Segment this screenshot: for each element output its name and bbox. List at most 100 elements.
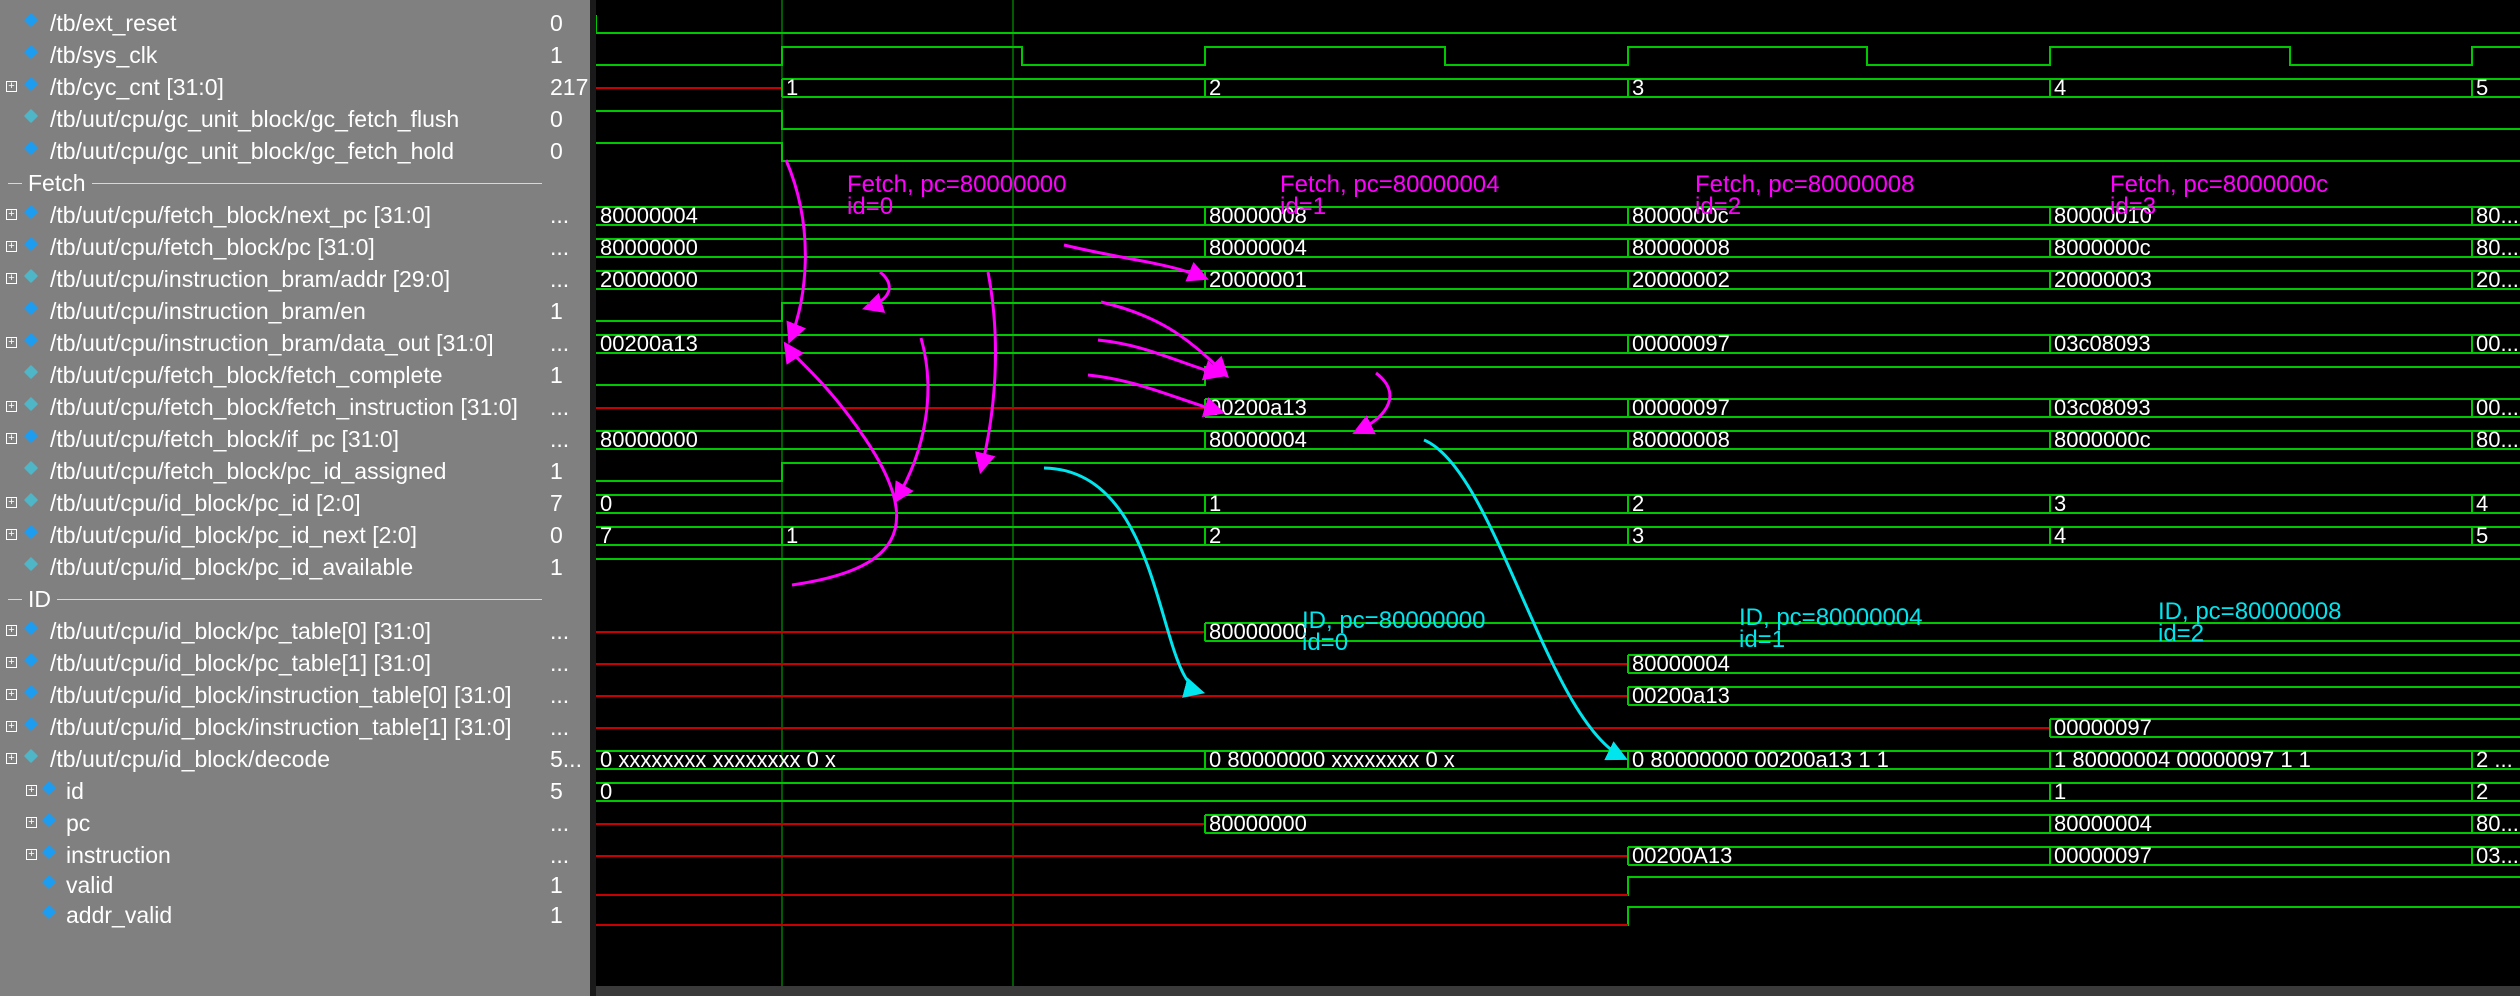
signal-row[interactable]: /tb/uut/cpu/id_block/pc_id_available [0,551,548,583]
signal-name[interactable]: /tb/uut/cpu/fetch_block/next_pc [31:0] [0,199,431,231]
signal-value: 0 [550,522,563,548]
annotation-arrow [974,271,997,475]
signal-row[interactable]: addr_valid [0,899,548,931]
value-row: 1 [548,869,590,901]
signal-name[interactable]: /tb/uut/cpu/fetch_block/fetch_instructio… [0,391,518,423]
signal-name[interactable]: /tb/sys_clk [0,39,157,71]
bus-value-label: 80000008 [1632,427,1730,452]
signal-name[interactable]: valid [0,869,113,901]
bit-waveform [596,906,2520,926]
group-header-fetch[interactable]: Fetch [0,167,548,199]
signal-row[interactable]: /tb/uut/cpu/gc_unit_block/gc_fetch_hold [0,135,548,167]
signal-row[interactable]: /tb/uut/cpu/fetch_block/fetch_complete [0,359,548,391]
signal-name[interactable]: /tb/uut/cpu/gc_unit_block/gc_fetch_hold [0,135,454,167]
signal-row[interactable]: +/tb/uut/cpu/instruction_bram/addr [29:0… [0,263,548,295]
signal-row[interactable]: /tb/uut/cpu/gc_unit_block/gc_fetch_flush [0,103,548,135]
signal-row[interactable]: /tb/uut/cpu/instruction_bram/en [0,295,548,327]
signal-row[interactable]: +/tb/uut/cpu/id_block/instruction_table[… [0,711,548,743]
signal-value: ... [550,650,570,676]
bus-value-label: 20000002 [1632,267,1730,292]
bus-value-label: 1 [2054,779,2066,804]
signal-name[interactable]: /tb/uut/cpu/id_block/pc_table[1] [31:0] [0,647,431,679]
signal-name[interactable]: addr_valid [0,899,172,931]
signal-row[interactable]: +/tb/uut/cpu/fetch_block/if_pc [31:0] [0,423,548,455]
signal-row[interactable]: +/tb/uut/cpu/id_block/pc_id [2:0] [0,487,548,519]
signal-row[interactable]: +/tb/uut/cpu/fetch_block/next_pc [31:0] [0,199,548,231]
value-row: 5... [548,743,590,775]
signal-name[interactable]: /tb/uut/cpu/instruction_bram/data_out [3… [0,327,494,359]
signal-name[interactable]: id [0,775,84,807]
signal-row[interactable]: + id [0,775,548,807]
signal-row[interactable]: +/tb/uut/cpu/fetch_block/fetch_instructi… [0,391,548,423]
signal-name[interactable]: /tb/uut/cpu/id_block/pc_id_next [2:0] [0,519,417,551]
bus-value-label: 2 [1209,523,1221,548]
signal-row[interactable]: +/tb/uut/cpu/instruction_bram/data_out [… [0,327,548,359]
signal-name[interactable]: /tb/uut/cpu/id_block/pc_id [2:0] [0,487,361,519]
signal-row[interactable]: + pc [0,807,548,839]
signal-row[interactable]: valid [0,869,548,901]
fetch-annotation-line2: id=2 [1695,193,1741,220]
bus-value-label: 4 [2054,523,2066,548]
signal-name[interactable]: /tb/uut/cpu/instruction_bram/addr [29:0] [0,263,450,295]
bus-value-label: 20000000 [600,267,698,292]
id-annotation-line2: id=0 [1302,629,1348,656]
signal-name[interactable]: /tb/cyc_cnt [31:0] [0,71,224,103]
signal-row[interactable]: + instruction [0,839,548,871]
bus-value-label: 20... [2476,267,2519,292]
signal-name[interactable]: instruction [0,839,171,871]
signal-row[interactable]: +/tb/uut/cpu/id_block/instruction_table[… [0,679,548,711]
signal-name[interactable]: /tb/uut/cpu/fetch_block/fetch_complete [0,359,443,391]
bus-value-label: 80000004 [1209,235,1307,260]
signal-row[interactable]: /tb/ext_reset [0,7,548,39]
signal-name[interactable]: /tb/uut/cpu/fetch_block/if_pc [31:0] [0,423,399,455]
bus-value-label: 1 [786,523,798,548]
signal-row[interactable]: +/tb/uut/cpu/id_block/decode [0,743,548,775]
signal-row[interactable]: /tb/uut/cpu/fetch_block/pc_id_assigned [0,455,548,487]
signal-name[interactable]: /tb/uut/cpu/instruction_bram/en [0,295,366,327]
bus-value-label: 1 80000004 00000097 1 1 [2054,747,2311,772]
signal-value: ... [550,618,570,644]
signal-row[interactable]: +/tb/uut/cpu/id_block/pc_id_next [2:0] [0,519,548,551]
value-row: ... [548,263,590,295]
signal-name[interactable]: /tb/uut/cpu/id_block/instruction_table[0… [0,679,512,711]
bit-waveform [596,15,2520,34]
bus-value-label: 2 [1209,75,1221,100]
signal-name[interactable]: /tb/uut/cpu/gc_unit_block/gc_fetch_flush [0,103,459,135]
group-header-id[interactable]: ID [0,583,548,615]
horizontal-scrollbar[interactable] [596,986,2520,996]
signal-value: ... [550,682,570,708]
signal-name[interactable]: /tb/uut/cpu/id_block/decode [0,743,330,775]
bus-value-label: 03... [2476,843,2519,868]
bus-value-label: 3 [1632,523,1644,548]
signal-name[interactable]: /tb/uut/cpu/id_block/instruction_table[1… [0,711,512,743]
bus-value-label: 1 [1209,491,1221,516]
annotation-arrow [783,341,899,587]
value-row: ... [548,615,590,647]
signal-name[interactable]: /tb/uut/cpu/fetch_block/pc [31:0] [0,231,375,263]
signal-row[interactable]: +/tb/uut/cpu/id_block/pc_table[0] [31:0] [0,615,548,647]
signal-name[interactable]: /tb/uut/cpu/id_block/pc_table[0] [31:0] [0,615,431,647]
signal-name[interactable]: /tb/uut/cpu/fetch_block/pc_id_assigned [0,455,446,487]
bus-value-label: 80000000 [600,235,698,260]
bit-waveform [596,302,2520,322]
signal-name[interactable]: /tb/ext_reset [0,7,177,39]
bus-value-label: 80... [2476,427,2519,452]
waveform-pane[interactable]: 1 2 3 4 5 80000004 80000008 8000000c 80000010 80.… [596,0,2520,996]
signal-row[interactable]: +/tb/cyc_cnt [31:0] [0,71,548,103]
signal-name[interactable]: pc [0,807,90,839]
bus-value-label: 80... [2476,235,2519,260]
fetch-annotation-line2: id=0 [847,193,893,220]
signal-value: 1 [550,362,563,388]
annotation-arrow [1087,373,1226,418]
annotation-arrow [1063,243,1209,282]
signal-name[interactable]: /tb/uut/cpu/id_block/pc_id_available [0,551,413,583]
bus-value-label: 00000097 [2054,843,2152,868]
waveform-canvas[interactable]: 1 2 3 4 580000004 80000008 8000000c 80000010 80.… [596,0,2520,996]
value-row: 5 [548,775,590,807]
signal-row[interactable]: /tb/sys_clk [0,39,548,71]
bus-value-label: 0 [600,779,612,804]
signal-row[interactable]: +/tb/uut/cpu/fetch_block/pc [31:0] [0,231,548,263]
bus-value-label: 00... [2476,331,2519,356]
bus-value-label: 00200A13 [1632,843,1732,868]
signal-row[interactable]: +/tb/uut/cpu/id_block/pc_table[1] [31:0] [0,647,548,679]
